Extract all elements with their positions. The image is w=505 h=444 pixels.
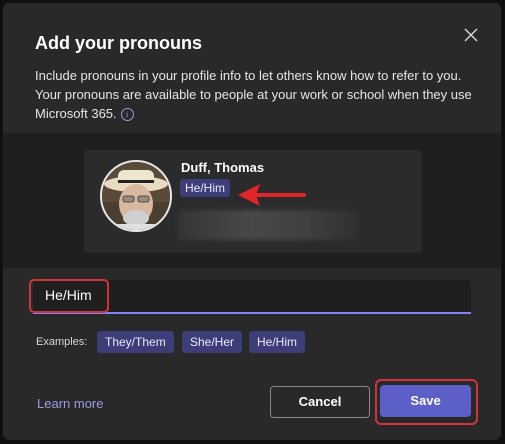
description-text: Include pronouns in your profile info to… (35, 68, 472, 121)
profile-card: Duff, Thomas He/Him (84, 150, 422, 253)
example-chip-she-her[interactable]: She/Her (182, 331, 243, 353)
profile-pronoun-badge: He/Him (180, 179, 231, 197)
pronouns-input-field[interactable] (33, 280, 477, 314)
examples-label: Examples: (36, 336, 88, 348)
avatar (100, 160, 172, 232)
info-icon[interactable]: i (120, 108, 134, 121)
profile-preview-area: Duff, Thomas He/Him (3, 133, 501, 268)
dialog-title: Add your pronouns (35, 33, 202, 53)
dialog-header: Add your pronouns Include pronouns in yo… (3, 3, 501, 133)
blurred-details (178, 210, 358, 240)
dialog-description: Include pronouns in your profile info to… (35, 66, 485, 123)
example-chip-they-them[interactable]: They/Them (97, 331, 174, 353)
save-button[interactable]: Save (380, 385, 471, 417)
example-chip-he-him[interactable]: He/Him (249, 331, 306, 353)
learn-more-link[interactable]: Learn more (37, 396, 103, 411)
profile-name: Duff, Thomas (181, 160, 265, 175)
pronouns-dialog: Add your pronouns Include pronouns in yo… (3, 3, 501, 440)
close-icon (464, 28, 478, 42)
pronouns-input[interactable] (33, 280, 477, 310)
cancel-button[interactable]: Cancel (270, 386, 370, 418)
red-arrow-annotation (238, 184, 306, 206)
close-button[interactable] (459, 23, 483, 47)
